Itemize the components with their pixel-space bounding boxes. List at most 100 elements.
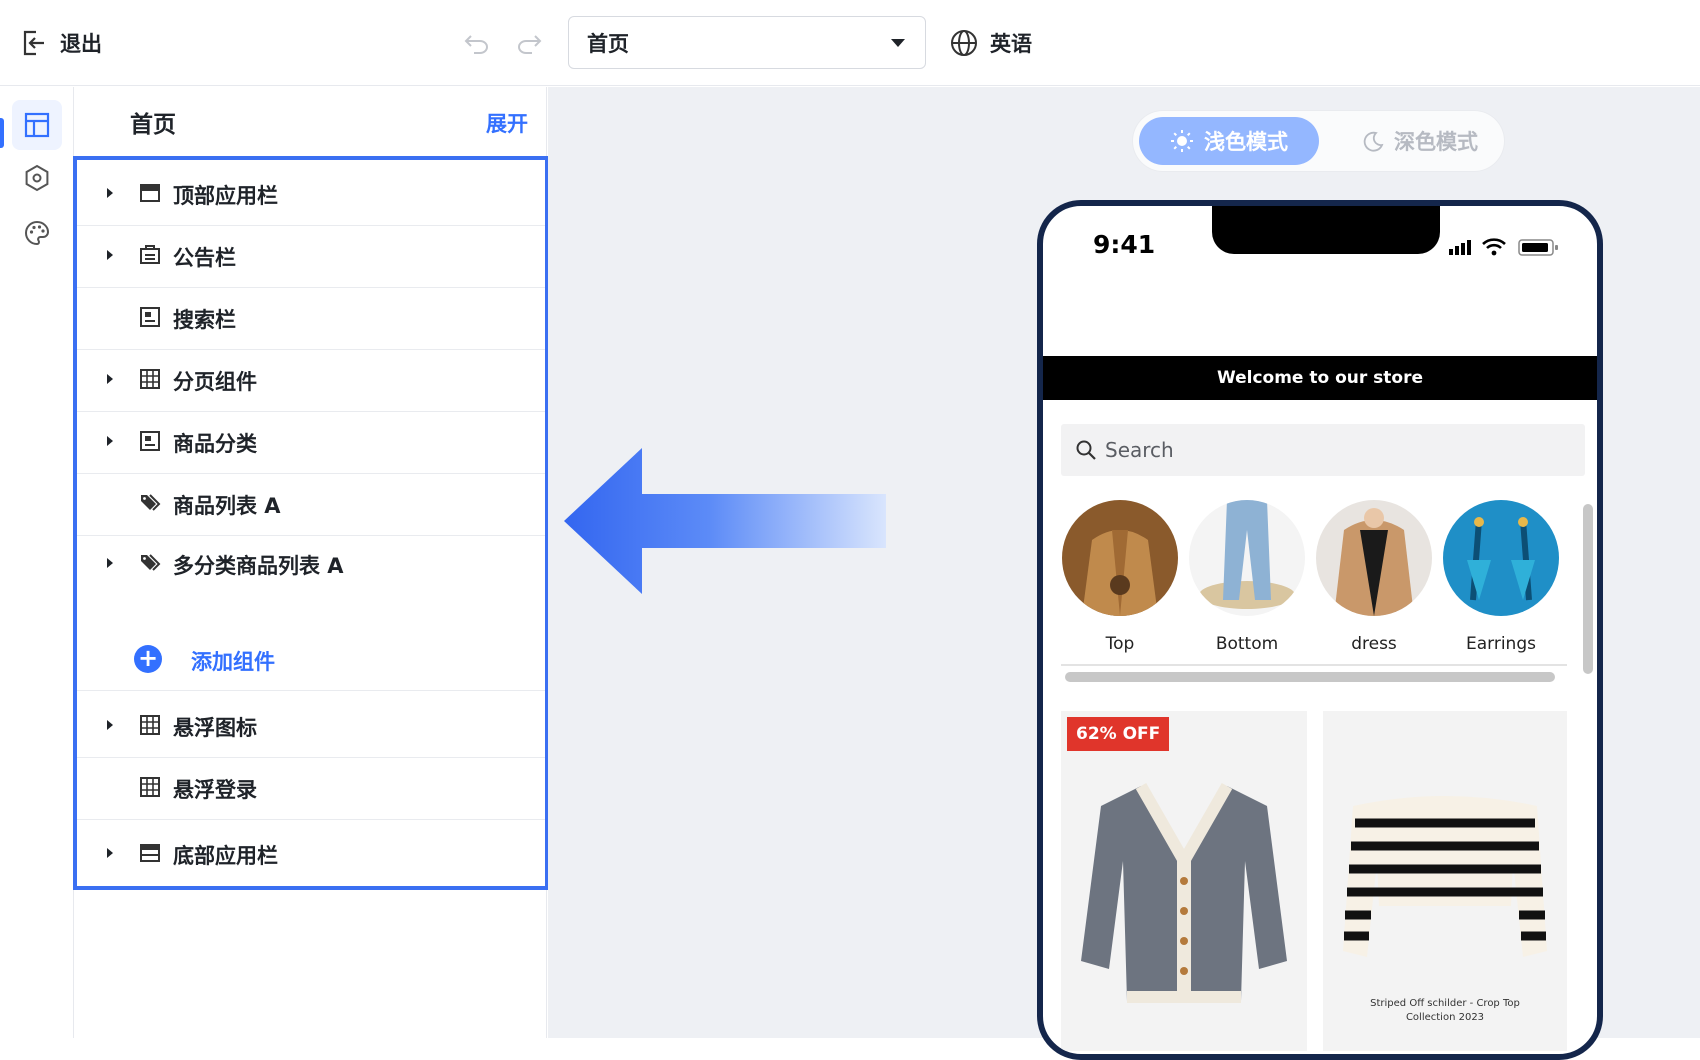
- phone-preview: 9:41 Welcome to our store Search Top Bot…: [1037, 200, 1603, 1060]
- tree-item-label: 商品列表 A: [173, 494, 281, 518]
- dark-mode-label: 深色模式: [1394, 130, 1478, 154]
- tree-item-bottom-app-bar[interactable]: 底部应用栏: [77, 820, 545, 886]
- panel-title: 首页: [130, 112, 176, 138]
- category-earrings[interactable]: Earrings: [1442, 500, 1560, 654]
- wifi-icon: [1482, 238, 1506, 250]
- page-select-value: 首页: [587, 31, 629, 56]
- category-name: dress: [1351, 634, 1397, 654]
- tree-item-category[interactable]: 商品分类: [77, 408, 545, 474]
- icon-rail: [0, 87, 74, 1038]
- tree-item-label: 公告栏: [173, 246, 236, 270]
- caret-right-icon[interactable]: [107, 436, 113, 446]
- tree-item-label: 分页组件: [173, 370, 257, 394]
- caret-right-icon[interactable]: [107, 188, 113, 198]
- exit-icon: [23, 30, 44, 56]
- caret-right-icon[interactable]: [107, 558, 113, 568]
- product-caption: Striped Off schilder - Crop Top Collecti…: [1323, 997, 1567, 1025]
- redo-button[interactable]: [514, 28, 544, 58]
- tree-item-product-list-a[interactable]: 商品列表 A: [77, 470, 545, 536]
- notice-icon: [140, 245, 160, 264]
- tree-item-notice-bar[interactable]: 公告栏: [77, 222, 545, 288]
- search-icon: [1076, 440, 1096, 460]
- left-arrow-icon: [564, 448, 886, 594]
- tree-item-top-app-bar[interactable]: 顶部应用栏: [77, 160, 545, 226]
- undo-button[interactable]: [462, 28, 492, 58]
- tree-item-floating-icon[interactable]: 悬浮图标: [77, 692, 545, 758]
- tree-item-label: 商品分类: [173, 432, 257, 456]
- undo-icon: [464, 35, 488, 54]
- tree-item-label: 悬浮图标: [173, 716, 257, 740]
- layout-icon: [24, 112, 50, 138]
- app-bar-icon: [140, 184, 160, 202]
- status-time: 9:41: [1093, 230, 1156, 259]
- category-name: Top: [1105, 634, 1135, 654]
- tree-item-label: 多分类商品列表 A: [173, 554, 344, 578]
- horizontal-scrollbar[interactable]: [1065, 672, 1555, 682]
- category-image-dress: [1316, 500, 1432, 616]
- page-select[interactable]: 首页: [568, 16, 926, 69]
- product-image-cardigan: [1061, 711, 1307, 1051]
- announcement-bar: Welcome to our store: [1043, 356, 1597, 400]
- category-image-bottom: [1189, 500, 1305, 616]
- component-panel: 首页 展开 顶部应用栏 公告栏 搜索栏 分页组件 商品分类 商品列表 A 多分类…: [73, 87, 549, 1038]
- tag-icon: [141, 554, 161, 571]
- category-image-earrings: [1443, 500, 1559, 616]
- caret-right-icon[interactable]: [107, 250, 113, 260]
- exit-label: 退出: [60, 32, 102, 56]
- category-icon: [140, 431, 160, 451]
- discount-badge: 62% OFF: [1067, 717, 1170, 751]
- language-label: 英语: [990, 32, 1032, 56]
- sun-icon: [1171, 130, 1193, 152]
- caret-right-icon[interactable]: [107, 848, 113, 858]
- tree-item-multi-category-list-a[interactable]: 多分类商品列表 A: [77, 530, 545, 596]
- redo-icon: [518, 35, 542, 54]
- product-caption-line: Collection 2023: [1405, 1012, 1485, 1023]
- category-image-top: [1062, 500, 1178, 616]
- vertical-scrollbar[interactable]: [1583, 504, 1593, 674]
- tree-item-floating-login[interactable]: 悬浮登录: [77, 754, 545, 820]
- phone-notch: [1212, 206, 1440, 254]
- tree-item-label: 底部应用栏: [173, 844, 278, 868]
- tree-item-pagination[interactable]: 分页组件: [77, 346, 545, 412]
- search-placeholder: Search: [1105, 438, 1174, 462]
- hexagon-settings-icon: [25, 164, 49, 192]
- category-name: Earrings: [1466, 634, 1536, 654]
- add-component-button[interactable]: + 添加组件: [77, 629, 545, 691]
- top-toolbar: 退出 首页 英语: [0, 0, 1700, 86]
- category-name: Bottom: [1215, 634, 1279, 654]
- expand-all-link[interactable]: 展开: [486, 108, 528, 138]
- caret-right-icon[interactable]: [107, 374, 113, 384]
- moon-icon: [1363, 131, 1384, 152]
- pagination-icon: [140, 369, 160, 389]
- globe-icon: [951, 30, 977, 56]
- tree-item-search-bar[interactable]: 搜索栏: [77, 284, 545, 350]
- category-bottom[interactable]: Bottom: [1188, 500, 1306, 654]
- tree-item-label: 悬浮登录: [173, 778, 257, 802]
- add-component-label: 添加组件: [191, 650, 275, 674]
- grid-icon: [140, 715, 160, 735]
- category-top[interactable]: Top: [1061, 500, 1179, 654]
- search-bar-icon: [140, 307, 160, 327]
- exit-button[interactable]: 退出: [22, 26, 102, 60]
- battery-icon: [1518, 239, 1558, 256]
- bottom-bar-icon: [140, 844, 160, 862]
- rail-active-indicator: [0, 118, 4, 148]
- plus-icon: +: [134, 645, 162, 673]
- product-card[interactable]: Striped Off schilder - Crop Top Collecti…: [1323, 711, 1567, 1051]
- rail-item-theme[interactable]: [12, 208, 62, 258]
- caret-right-icon[interactable]: [107, 720, 113, 730]
- component-tree: 顶部应用栏 公告栏 搜索栏 分页组件 商品分类 商品列表 A 多分类商品列表 A…: [73, 156, 549, 890]
- dark-mode-button[interactable]: 深色模式: [1345, 117, 1495, 165]
- category-dress[interactable]: dress: [1315, 500, 1433, 654]
- rail-item-layout[interactable]: [12, 100, 62, 150]
- tag-icon: [141, 494, 161, 511]
- product-card[interactable]: 62% OFF: [1061, 711, 1307, 1051]
- chevron-down-icon: [891, 39, 905, 47]
- language-button[interactable]: 英语: [950, 26, 1032, 60]
- light-mode-button[interactable]: 浅色模式: [1139, 117, 1319, 165]
- palette-icon: [25, 220, 50, 246]
- rail-item-settings[interactable]: [12, 153, 62, 203]
- theme-mode-toggle: 浅色模式 深色模式: [1133, 111, 1504, 171]
- tree-item-label: 顶部应用栏: [173, 184, 278, 208]
- search-input[interactable]: Search: [1061, 424, 1585, 476]
